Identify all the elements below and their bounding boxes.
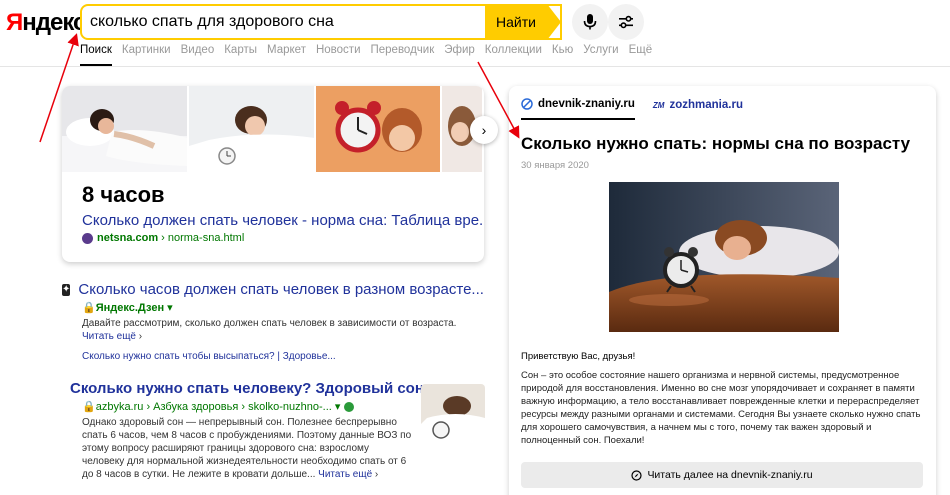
lock-icon: 🔒 <box>82 302 96 314</box>
result-thumbnail-image[interactable] <box>421 384 485 448</box>
search-tabs: Поиск Картинки Видео Карты Маркет Новости Пере… <box>80 44 662 66</box>
alarm-clock-image[interactable] <box>315 86 441 172</box>
result-description: Давайте рассмотрим, сколько должен спать… <box>82 318 457 342</box>
tab-3[interactable]: Карты <box>224 44 257 66</box>
settings-sliders-icon[interactable] <box>608 4 644 40</box>
image-strip <box>62 86 484 172</box>
search-button-tip <box>547 4 561 40</box>
tab-dnevnik-znaniy[interactable]: dnevnik-znaniy.ru <box>521 98 635 120</box>
tab-10[interactable]: Услуги <box>583 44 618 66</box>
tab-zozhmania[interactable]: ZM zozhmania.ru <box>653 98 743 120</box>
result-description: Однако здоровый сон — непрерывный сон. П… <box>82 417 412 480</box>
result-title[interactable]: Сколько нужно спать человеку? Здоровый с… <box>62 380 436 397</box>
search-result: ✦ Сколько часов должен спать человек в р… <box>62 281 484 362</box>
tab-11[interactable]: Ещё <box>629 44 653 66</box>
article-date: 30 января 2020 <box>521 160 589 171</box>
netsna-favicon-icon <box>82 232 93 244</box>
tab-4[interactable]: Маркет <box>267 44 306 66</box>
search-query[interactable]: сколько спать для здорового сна <box>82 13 532 31</box>
zozhmania-favicon-icon: ZM <box>652 100 665 110</box>
tab-7[interactable]: Эфир <box>444 44 475 66</box>
article-title: Сколько нужно спать: нормы сна по возрас… <box>521 134 911 153</box>
compass-icon <box>631 469 643 481</box>
article-greeting: Приветствую Вас, друзья! <box>521 351 636 362</box>
answer-card: 8 часов Сколько должен спать человек - н… <box>62 86 484 262</box>
sleeping-woman-image-1[interactable] <box>62 86 187 172</box>
search-result: Сколько нужно спать человеку? Здоровый с… <box>62 380 436 481</box>
article-image <box>609 182 839 332</box>
microphone-icon[interactable] <box>572 4 608 40</box>
article-text: Сон – это особое состояние нашего органи… <box>521 370 921 446</box>
dnevnik-favicon-icon <box>521 98 533 110</box>
sleeping-woman-image-2[interactable] <box>188 86 314 172</box>
panel-tabs: dnevnik-znaniy.ru ZM zozhmania.ru <box>521 98 761 120</box>
result-title[interactable]: ✦ Сколько часов должен спать человек в р… <box>62 281 484 298</box>
tab-6[interactable]: Переводчик <box>371 44 435 66</box>
preview-panel: dnevnik-znaniy.ru ZM zozhmania.ru Скольк… <box>509 86 936 495</box>
answer-link[interactable]: Сколько должен спать человек - норма сна… <box>82 212 484 229</box>
zen-favicon-icon: ✦ <box>62 283 71 296</box>
tab-9[interactable]: Кью <box>552 44 573 66</box>
result-source[interactable]: 🔒Яндекс.Дзен ▾ <box>82 301 462 314</box>
search-button[interactable]: Найти <box>485 4 547 40</box>
header-divider <box>0 66 950 67</box>
lock-icon: 🔒 <box>82 401 96 413</box>
tab-1[interactable]: Картинки <box>122 44 171 66</box>
read-more-link[interactable]: Читать ещё <box>318 469 372 480</box>
next-images-button[interactable]: › <box>470 116 498 144</box>
yandex-logo[interactable]: Яндекс <box>6 9 86 37</box>
result-source[interactable]: 🔒azbyka.ru › Азбука здоровья › skolko-nu… <box>82 400 412 413</box>
tab-0[interactable]: Поиск <box>80 44 112 66</box>
answer-source[interactable]: netsna.com › norma-sna.html <box>82 232 244 244</box>
tab-2[interactable]: Видео <box>181 44 215 66</box>
verified-badge-icon <box>343 402 354 413</box>
result-sublink[interactable]: Сколько нужно спать чтобы высыпаться? | … <box>82 351 462 362</box>
tab-5[interactable]: Новости <box>316 44 361 66</box>
read-more-link[interactable]: Читать ещё <box>82 331 136 342</box>
answer-value: 8 часов <box>82 182 165 207</box>
read-more-button[interactable]: Читать далее на dnevnik-znaniy.ru <box>521 462 923 488</box>
tab-8[interactable]: Коллекции <box>485 44 542 66</box>
